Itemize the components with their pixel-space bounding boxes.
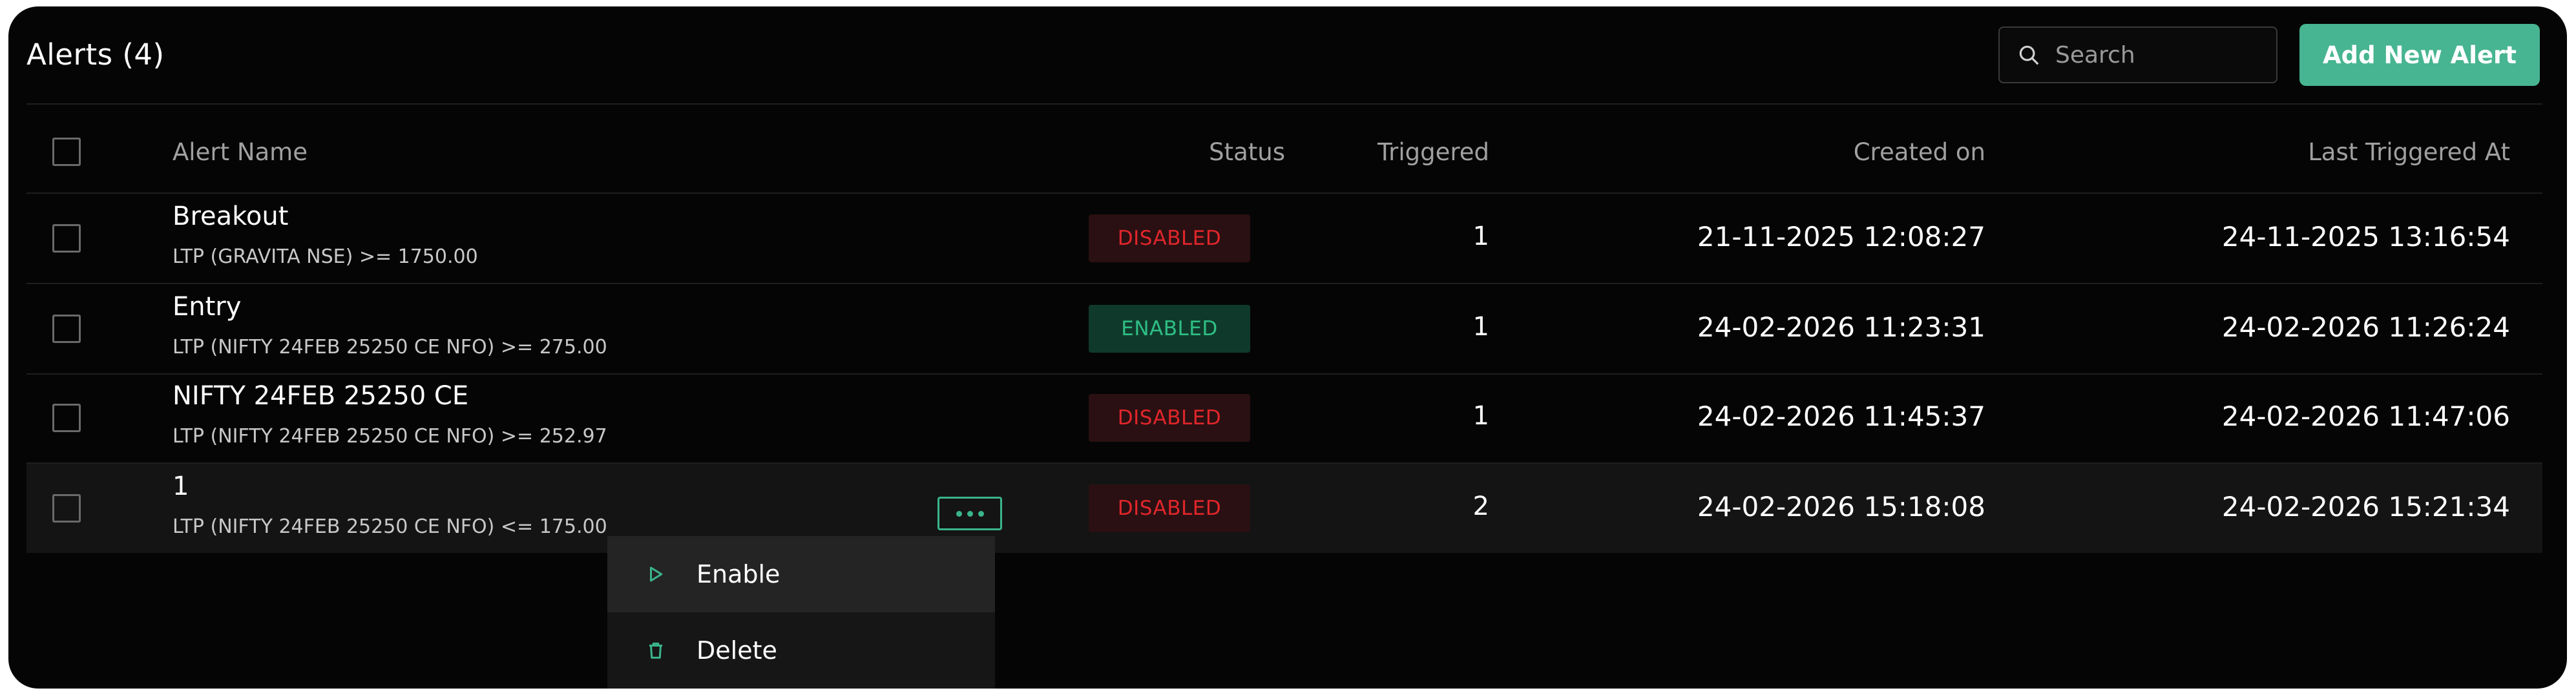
column-header-triggered[interactable]: Triggered	[1377, 138, 1489, 166]
row-checkbox[interactable]	[52, 494, 81, 523]
column-header-created-on[interactable]: Created on	[1854, 138, 1985, 166]
triggered-count: 1	[1472, 222, 1489, 251]
row-checkbox[interactable]	[52, 404, 81, 432]
alert-name: NIFTY 24FEB 25250 CE	[173, 381, 469, 411]
row-actions-button[interactable]	[937, 497, 1002, 530]
alert-name: Entry	[173, 292, 242, 322]
created-on: 24-02-2026 11:45:37	[1697, 400, 1985, 432]
table-row[interactable]: NIFTY 24FEB 25250 CE LTP (NIFTY 24FEB 25…	[26, 375, 2542, 464]
alert-name: Breakout	[173, 202, 289, 231]
page-title: Alerts (4)	[26, 37, 165, 72]
last-triggered-at: 24-11-2025 13:16:54	[2221, 221, 2510, 253]
add-new-alert-button[interactable]: Add New Alert	[2299, 24, 2540, 86]
status-badge: DISABLED	[1089, 484, 1250, 532]
select-all-checkbox[interactable]	[52, 138, 81, 166]
row-checkbox[interactable]	[52, 224, 81, 253]
last-triggered-at: 24-02-2026 11:26:24	[2221, 311, 2510, 343]
status-badge: DISABLED	[1089, 394, 1250, 442]
table-row[interactable]: Entry LTP (NIFTY 24FEB 25250 CE NFO) >= …	[26, 284, 2542, 373]
search-input[interactable]	[2054, 41, 2267, 69]
alert-name: 1	[173, 472, 189, 501]
row-checkbox[interactable]	[52, 315, 81, 343]
table-row[interactable]: 1 LTP (NIFTY 24FEB 25250 CE NFO) <= 175.…	[26, 464, 2542, 553]
more-icon	[978, 510, 984, 517]
alert-condition: LTP (NIFTY 24FEB 25250 CE NFO) <= 175.00	[173, 515, 607, 538]
alert-condition: LTP (NIFTY 24FEB 25250 CE NFO) >= 252.97	[173, 425, 607, 448]
more-icon	[967, 510, 973, 517]
menu-item-delete[interactable]: Delete	[607, 612, 995, 689]
last-triggered-at: 24-02-2026 15:21:34	[2221, 491, 2510, 523]
menu-item-label: Enable	[696, 560, 780, 588]
triggered-count: 2	[1472, 492, 1489, 521]
last-triggered-at: 24-02-2026 11:47:06	[2221, 400, 2510, 432]
status-badge: ENABLED	[1089, 305, 1250, 353]
more-icon	[956, 510, 962, 517]
play-icon	[650, 566, 663, 582]
row-context-menu: Enable Delete	[607, 536, 995, 689]
alerts-panel: Alerts (4) Add New Alert Alert Name Stat…	[8, 6, 2567, 689]
search-icon	[2019, 45, 2039, 65]
column-header-status[interactable]: Status	[1209, 138, 1285, 166]
column-header-last-triggered[interactable]: Last Triggered At	[2308, 138, 2510, 166]
created-on: 24-02-2026 11:23:31	[1697, 311, 1985, 343]
created-on: 24-02-2026 15:18:08	[1697, 491, 1985, 523]
menu-item-enable[interactable]: Enable	[607, 536, 995, 612]
search-box[interactable]	[1998, 26, 2278, 83]
column-header-alert-name[interactable]: Alert Name	[173, 138, 308, 166]
status-badge: DISABLED	[1089, 214, 1250, 262]
alert-condition: LTP (GRAVITA NSE) >= 1750.00	[173, 245, 478, 268]
table-header: Alert Name Status Triggered Created on L…	[26, 103, 2542, 192]
triggered-count: 1	[1472, 312, 1489, 342]
triggered-count: 1	[1472, 401, 1489, 431]
table-row[interactable]: Breakout LTP (GRAVITA NSE) >= 1750.00 DI…	[26, 194, 2542, 283]
menu-item-label: Delete	[696, 636, 777, 665]
created-on: 21-11-2025 12:08:27	[1697, 221, 1985, 253]
trash-icon	[649, 642, 662, 659]
alert-condition: LTP (NIFTY 24FEB 25250 CE NFO) >= 275.00	[173, 336, 607, 358]
